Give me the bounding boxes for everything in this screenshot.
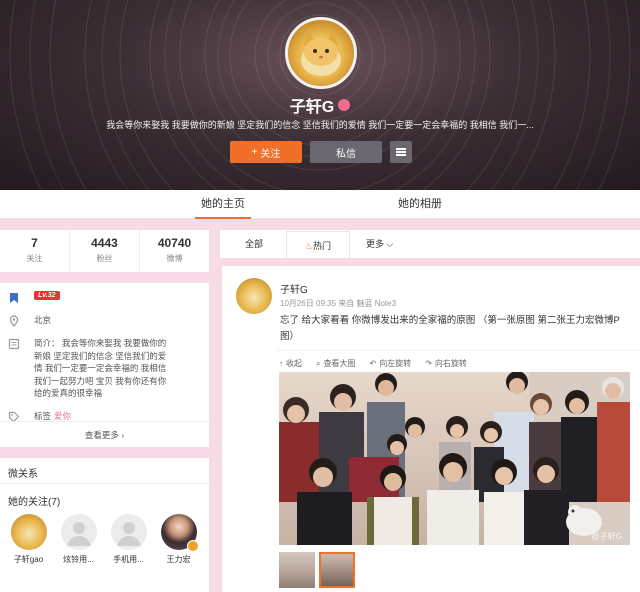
rotate-right-button[interactable]: ↷ 向右旋转 <box>425 358 467 369</box>
profile-banner: 子轩G 我会等你来娶我 我要做你的新娘 坚定我们的信念 坚信我们的爱情 我们一定… <box>0 0 640 190</box>
post-text: 忘了 给大家看看 你微博发出来的全家福的原图 （第一张原图 第二张王力宏微博P图… <box>280 315 620 342</box>
rotate-left-label: 向左旋转 <box>379 359 412 368</box>
view-more-link[interactable]: 查看更多 › <box>0 421 209 447</box>
post-author-avatar[interactable] <box>236 278 272 314</box>
relations-title: 微关系 <box>0 458 209 484</box>
stat-number: 7 <box>31 236 38 250</box>
intro-row: 简介： 我会等你来娶我 我要做你的新娘 坚定我们的信念 坚信我们的爱情 我们一定… <box>8 337 201 400</box>
rotate-right-icon: ↷ <box>425 359 432 368</box>
flame-icon: ♨ <box>304 241 314 251</box>
rotate-right-label: 向右旋转 <box>434 359 467 368</box>
profile-name-text: 子轩G <box>289 99 335 116</box>
collapse-icon: ↑ <box>279 359 283 368</box>
menu-icon <box>396 151 406 153</box>
verified-icon <box>186 540 199 552</box>
following-item[interactable]: 炫铃用... <box>56 514 101 565</box>
tab-home[interactable]: 她的主页 <box>195 190 251 219</box>
collapse-label: 收起 <box>286 359 302 368</box>
profile-tabs: 她的主页 她的相册 <box>0 190 640 219</box>
rotate-left-button[interactable]: ↶ 向左旋转 <box>369 358 411 369</box>
following-name: 王力宏 <box>166 555 191 564</box>
stat-label: 粉丝 <box>96 254 113 263</box>
magnify-icon: ⌕ <box>316 358 321 368</box>
relations-card: 微关系 她的关注(7) 子轩gao 炫铃用... 手机用... 王力宏 <box>0 458 209 592</box>
post-author-name[interactable]: 子轩G <box>280 281 308 296</box>
stat-number: 4443 <box>91 236 118 250</box>
post-meta: 10月26日 09:35 来自 魅蓝 Note3 <box>280 299 397 308</box>
intro-text: 简介： 我会等你来娶我 我要做你的新娘 坚定我们的信念 坚信我们的爱情 我们一定… <box>34 338 167 398</box>
post-photo[interactable]: @子轩G <box>279 372 630 545</box>
stat-fans[interactable]: 4443 粉丝 <box>70 230 140 272</box>
following-heading[interactable]: 她的关注(7) <box>0 484 209 514</box>
feed-tab-all[interactable]: 全部 <box>245 230 263 258</box>
avatar <box>110 514 147 550</box>
feed-tab-more[interactable]: 更多 ⌵ <box>366 230 393 258</box>
stat-label: 关注 <box>26 254 43 263</box>
following-list: 子轩gao 炫铃用... 手机用... 王力宏 <box>0 514 209 565</box>
feed-tab-hot[interactable]: ♨热门 <box>286 231 350 258</box>
avatar <box>60 514 97 550</box>
message-button[interactable]: 私信 <box>310 141 382 163</box>
view-large-button[interactable]: ⌕ 查看大图 <box>316 358 355 369</box>
rotate-left-icon: ↶ <box>369 359 377 368</box>
bookmark-icon <box>10 293 18 303</box>
tag-label: 标签 <box>34 410 52 421</box>
following-name: 炫铃用... <box>63 555 94 564</box>
profile-info-card: Lv.32 北京 简介： 我会等你来娶我 我要做你的新娘 坚定我们的信念 坚信我… <box>0 283 209 447</box>
level-badge[interactable]: Lv.32 <box>34 291 60 300</box>
photo-watermark: @子轩G <box>591 532 622 541</box>
feed-tabs: 全部 ♨热门 更多 ⌵ <box>220 230 640 258</box>
following-item[interactable]: 王力宏 <box>156 514 201 565</box>
avatar <box>10 514 47 550</box>
feed-tab-hot-label: 热门 <box>313 241 332 251</box>
stats-card: 7 关注 4443 粉丝 40740 微博 <box>0 230 209 272</box>
location-icon <box>9 315 19 327</box>
stat-following[interactable]: 7 关注 <box>0 230 70 272</box>
location-row: 北京 <box>8 314 201 327</box>
avatar <box>160 514 199 552</box>
profile-bio: 我会等你来娶我 我要做你的新娘 坚定我们的信念 坚信我们的爱情 我们一定要一定会… <box>106 120 534 130</box>
member-badge-icon <box>338 99 351 111</box>
plus-icon: + <box>251 146 258 158</box>
following-name: 子轩gao <box>13 555 44 564</box>
family-photo <box>279 372 630 545</box>
following-item[interactable]: 手机用... <box>106 514 151 565</box>
profile-name: 子轩G <box>0 93 640 117</box>
tab-album[interactable]: 她的相册 <box>392 190 448 219</box>
stat-posts[interactable]: 40740 微博 <box>140 230 209 272</box>
following-name: 手机用... <box>113 555 144 564</box>
view-large-label: 查看大图 <box>323 359 356 368</box>
profile-avatar[interactable] <box>285 17 357 89</box>
photo-thumbnails <box>279 552 355 588</box>
intro-icon <box>8 338 20 350</box>
level-row: Lv.32 <box>8 291 201 304</box>
tag-value[interactable]: 爱你 <box>54 411 71 421</box>
follow-label: 关注 <box>260 148 281 160</box>
thumbnail-1[interactable] <box>279 552 315 588</box>
follow-button[interactable]: + 关注 <box>230 141 302 163</box>
post-card: 子轩G 10月26日 09:35 来自 魅蓝 Note3 忘了 给大家看看 你微… <box>222 266 640 592</box>
following-item[interactable]: 子轩gao <box>6 514 51 565</box>
stat-label: 微博 <box>166 254 183 263</box>
collapse-button[interactable]: ↑ 收起 <box>279 358 302 369</box>
location-text: 北京 <box>34 315 52 325</box>
image-toolbar: ↑ 收起 ⌕ 查看大图 ↶ 向左旋转 ↷ 向右旋转 <box>277 350 640 368</box>
stat-number: 40740 <box>157 236 192 250</box>
thumbnail-2[interactable] <box>319 552 355 588</box>
more-menu-button[interactable] <box>390 141 412 163</box>
